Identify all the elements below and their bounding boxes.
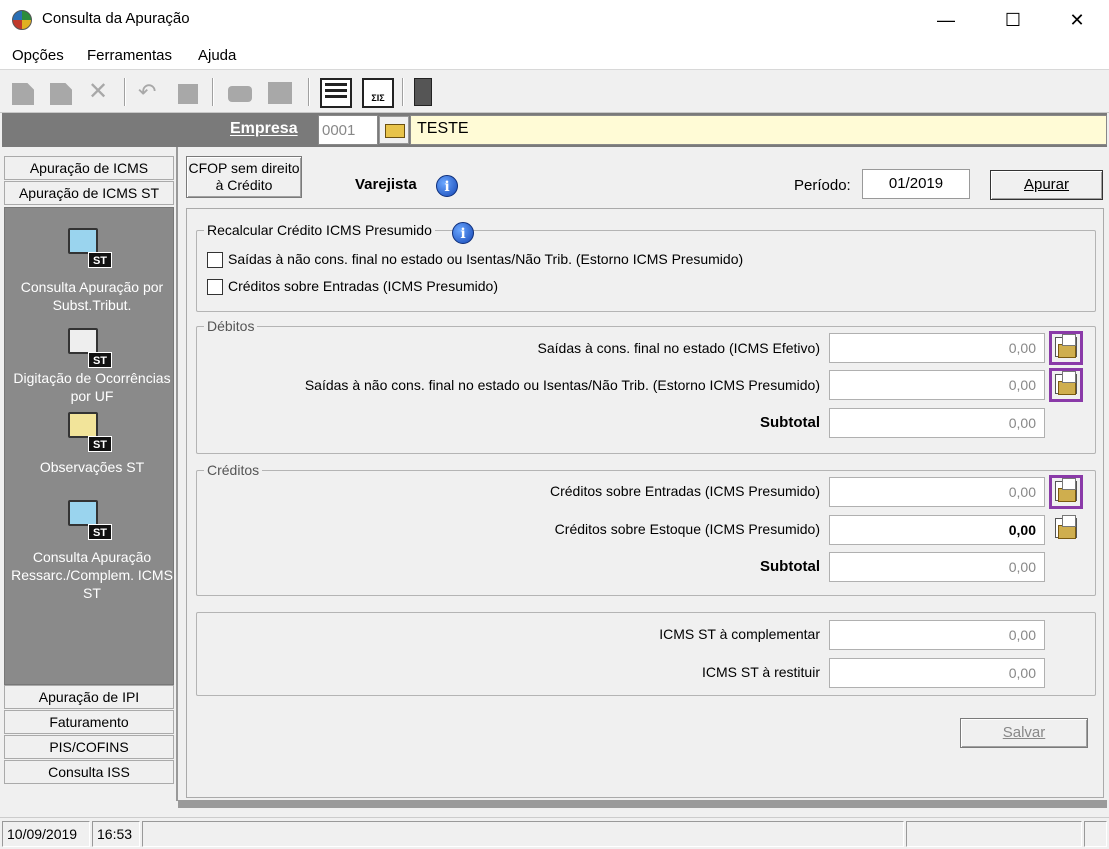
- tab-faturamento[interactable]: Faturamento: [4, 710, 174, 734]
- tool-consulta-apuracao[interactable]: Consulta Apuração por Subst.Tribut.: [7, 278, 177, 314]
- estorno-presumido-label: Saídas à não cons. final no estado ou Is…: [228, 251, 744, 267]
- delete-icon[interactable]: ✕: [88, 80, 110, 104]
- credito-row-label: Créditos sobre Estoque (ICMS Presumido): [554, 521, 820, 537]
- salvar-button[interactable]: Salvar: [960, 718, 1088, 748]
- tab-pis-cofins[interactable]: PIS/COFINS: [4, 735, 174, 759]
- icms-st-restituir-value: 0,00: [829, 658, 1045, 688]
- edit-record-icon: [1055, 515, 1077, 539]
- salvar-label: Salvar: [1002, 724, 1046, 741]
- edit-record-icon: [1055, 478, 1077, 502]
- apurar-button[interactable]: Apurar: [990, 170, 1103, 200]
- toolbar-separator: [308, 78, 310, 106]
- empresa-code-input[interactable]: 0001: [318, 115, 378, 145]
- estorno-presumido-checkbox[interactable]: [207, 252, 223, 268]
- toolbar-separator: [212, 78, 214, 106]
- regime-label: Varejista: [355, 176, 417, 193]
- maximize-button[interactable]: ☐: [990, 0, 1036, 40]
- recalcular-group: [196, 230, 1096, 312]
- credito-estoque-value[interactable]: 0,00: [829, 515, 1045, 545]
- debito-estorno-value[interactable]: 0,00: [829, 370, 1045, 400]
- new-doc-icon[interactable]: [12, 83, 34, 105]
- info-icon[interactable]: i: [436, 175, 458, 197]
- info-icon[interactable]: i: [452, 222, 474, 244]
- digitacao-ocorrencias-icon[interactable]: ST: [68, 328, 112, 368]
- debitos-subtotal-value: 0,00: [829, 408, 1045, 438]
- apurar-label: Apurar: [1023, 176, 1070, 193]
- icms-st-complementar-value: 0,00: [829, 620, 1045, 650]
- creditos-subtotal-value: 0,00: [829, 552, 1045, 582]
- status-time: 16:53: [92, 821, 140, 847]
- periodo-label: Período:: [794, 177, 851, 194]
- status-grip: [1084, 821, 1107, 847]
- edit-record-icon: [1055, 334, 1077, 358]
- edit-credito-entradas-button[interactable]: [1049, 475, 1083, 509]
- consulta-apuracao-icon[interactable]: ST: [68, 228, 112, 268]
- window-title: Consulta da Apuração: [42, 10, 190, 27]
- menu-ferramentas[interactable]: Ferramentas: [87, 47, 172, 64]
- status-extra: [906, 821, 1082, 847]
- edit-debito-estorno-button[interactable]: [1049, 368, 1083, 402]
- debito-row-label: Saídas à não cons. final no estado ou Is…: [304, 377, 820, 393]
- main-bottom-bar: [178, 800, 1107, 808]
- folder-open-icon: [385, 124, 405, 138]
- icms-st-complementar-label: ICMS ST à complementar: [659, 626, 820, 642]
- empresa-lookup-button[interactable]: [379, 116, 409, 144]
- edit-debito-efetivo-button[interactable]: [1049, 331, 1083, 365]
- report-icon[interactable]: [320, 78, 352, 108]
- undo-icon[interactable]: ↶: [138, 80, 160, 104]
- cfop-sem-credito-button[interactable]: CFOP sem direito à Crédito: [186, 156, 302, 198]
- tab-apuracao-icms-st[interactable]: Apuração de ICMS ST: [4, 181, 174, 205]
- status-message: [142, 821, 904, 847]
- exit-door-icon[interactable]: [414, 78, 432, 106]
- creditos-title: Créditos: [204, 462, 263, 478]
- toolbar-separator: [124, 78, 126, 106]
- icms-st-restituir-label: ICMS ST à restituir: [702, 664, 820, 680]
- tab-apuracao-ipi[interactable]: Apuração de IPI: [4, 685, 174, 709]
- debito-efetivo-value[interactable]: 0,00: [829, 333, 1045, 363]
- credito-entradas-value[interactable]: 0,00: [829, 477, 1045, 507]
- consulta-ressarc-icon[interactable]: ST: [68, 500, 112, 540]
- tool-digitacao-ocorrencias[interactable]: Digitação de Ocorrências por UF: [7, 369, 177, 405]
- debitos-subtotal-label: Subtotal: [760, 414, 820, 431]
- status-date: 10/09/2019: [2, 821, 90, 847]
- credito-row-label: Créditos sobre Entradas (ICMS Presumido): [550, 483, 820, 499]
- stop-icon[interactable]: [178, 84, 198, 104]
- edit-doc-icon[interactable]: [50, 83, 72, 105]
- print-icon[interactable]: [228, 86, 252, 102]
- toolbar-separator: [402, 78, 404, 106]
- minimize-button[interactable]: —: [923, 0, 969, 40]
- menu-ajuda[interactable]: Ajuda: [198, 47, 236, 64]
- observacoes-icon[interactable]: ST: [68, 412, 112, 452]
- creditos-subtotal-label: Subtotal: [760, 558, 820, 575]
- empresa-label: Empresa: [230, 120, 298, 137]
- debitos-title: Débitos: [204, 318, 258, 334]
- edit-record-icon: [1055, 371, 1077, 395]
- periodo-input[interactable]: 01/2019: [862, 169, 970, 199]
- recalcular-title: Recalcular Crédito ICMS Presumido: [204, 222, 435, 238]
- print-preview-icon[interactable]: [268, 82, 292, 104]
- menu-opcoes[interactable]: Opções: [12, 47, 64, 64]
- export-icon[interactable]: ΣIΣ: [362, 78, 394, 108]
- empresa-name-field: TESTE: [410, 115, 1107, 145]
- tool-observacoes-st[interactable]: Observações ST: [7, 458, 177, 476]
- edit-credito-estoque-button[interactable]: [1052, 515, 1086, 549]
- close-button[interactable]: ✕: [1054, 0, 1100, 40]
- tab-consulta-iss[interactable]: Consulta ISS: [4, 760, 174, 784]
- tool-consulta-ressarc[interactable]: Consulta Apuração Ressarc./Complem. ICMS…: [7, 548, 177, 602]
- toolbar: [0, 71, 1109, 113]
- creditos-entradas-label: Créditos sobre Entradas (ICMS Presumido): [228, 278, 498, 294]
- debito-row-label: Saídas à cons. final no estado (ICMS Efe…: [537, 340, 820, 356]
- app-logo-icon: [12, 10, 32, 30]
- creditos-entradas-checkbox[interactable]: [207, 279, 223, 295]
- tab-apuracao-icms[interactable]: Apuração de ICMS: [4, 156, 174, 180]
